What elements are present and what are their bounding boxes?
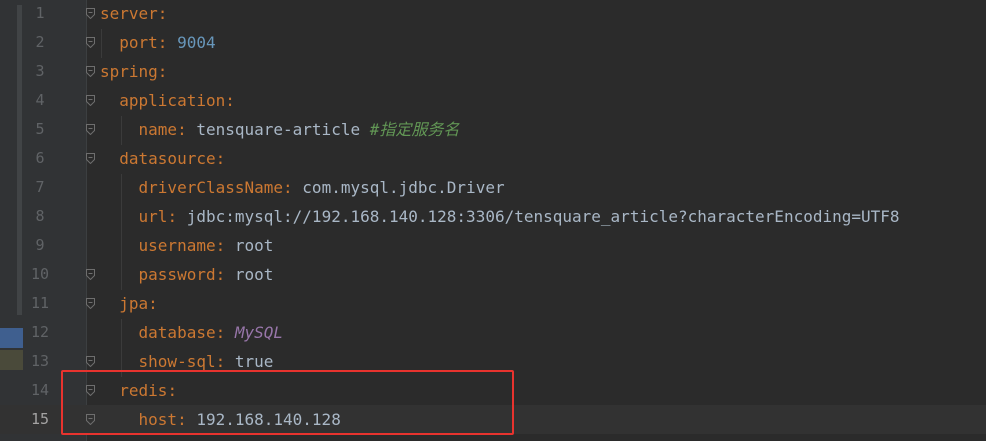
code-text[interactable]: name: tensquare-article #指定服务名 (100, 115, 460, 144)
yaml-key: username (138, 236, 216, 255)
fold-marker-icon[interactable] (86, 8, 95, 19)
code-line[interactable]: 2 port: 9004 (0, 28, 986, 57)
fold-marker-icon[interactable] (86, 37, 95, 48)
yaml-comment: #指定服务名 (369, 120, 460, 139)
code-line[interactable]: 11 jpa: (0, 289, 986, 318)
code-text[interactable]: password: root (100, 260, 274, 289)
line-number[interactable]: 15 (24, 405, 56, 434)
code-text[interactable]: username: root (100, 231, 274, 260)
line-number[interactable]: 4 (24, 86, 56, 115)
code-line[interactable]: 10 password: root (0, 260, 986, 289)
line-number[interactable]: 11 (24, 289, 56, 318)
red-highlight-box (61, 370, 514, 435)
fold-marker-icon[interactable] (86, 153, 95, 164)
yaml-value: com.mysql.jdbc.Driver (302, 178, 505, 197)
yaml-key: password (138, 265, 216, 284)
yaml-value: root (234, 265, 274, 284)
code-line[interactable]: 12 database: MySQL (0, 318, 986, 347)
yaml-value: root (234, 236, 274, 255)
code-text[interactable]: port: 9004 (100, 28, 216, 57)
line-number[interactable]: 1 (24, 0, 56, 28)
fold-marker-icon[interactable] (86, 356, 95, 367)
yaml-key: driverClassName (138, 178, 284, 197)
code-line[interactable]: 5 name: tensquare-article #指定服务名 (0, 115, 986, 144)
yaml-punctuation: : (148, 294, 158, 313)
code-line[interactable]: 4 application: (0, 86, 986, 115)
line-number[interactable]: 14 (24, 376, 56, 405)
code-line[interactable]: 9 username: root (0, 231, 986, 260)
yaml-number: 9004 (177, 33, 216, 52)
yaml-punctuation: : (177, 120, 197, 139)
line-number[interactable]: 10 (24, 260, 56, 289)
yaml-key: show-sql (138, 352, 216, 371)
line-number[interactable]: 13 (24, 347, 56, 376)
yaml-punctuation: : (157, 33, 178, 52)
line-number[interactable]: 3 (24, 57, 56, 86)
yaml-key: port (119, 33, 158, 52)
code-line[interactable]: 3 spring: (0, 57, 986, 86)
yaml-punctuation: : (157, 62, 168, 81)
yaml-punctuation: : (225, 91, 235, 110)
yaml-key: application (119, 91, 226, 110)
yaml-key: jpa (119, 294, 149, 313)
code-line[interactable]: 7 driverClassName: com.mysql.jdbc.Driver (0, 173, 986, 202)
yaml-punctuation: : (167, 207, 187, 226)
line-number[interactable]: 9 (24, 231, 56, 260)
fold-marker-icon[interactable] (86, 124, 95, 135)
yaml-constant: MySQL (234, 323, 284, 342)
yaml-punctuation: : (215, 265, 235, 284)
yaml-key: database (138, 323, 216, 342)
code-text[interactable]: spring: (100, 57, 167, 86)
code-text[interactable]: server: (100, 0, 167, 28)
code-text[interactable]: jpa: (100, 289, 158, 318)
code-line[interactable]: 1 server: (0, 0, 986, 28)
code-text[interactable]: database: MySQL (100, 318, 284, 347)
line-number[interactable]: 6 (24, 144, 56, 173)
yaml-value: tensquare-article (196, 120, 370, 139)
fold-marker-icon[interactable] (86, 269, 95, 280)
yaml-punctuation: : (215, 236, 235, 255)
fold-marker-icon[interactable] (86, 298, 95, 309)
code-editor[interactable]: 1 server: 2 port: 9004 3 spring: 4 applicatio… (0, 0, 986, 441)
code-text[interactable]: application: (100, 86, 235, 115)
yaml-value: jdbc:mysql://192.168.140.128:3306/tensqu… (186, 207, 900, 226)
code-line[interactable]: 6 datasource: (0, 144, 986, 173)
yaml-punctuation: : (215, 323, 235, 342)
code-line[interactable]: 8 url: jdbc:mysql://192.168.140.128:3306… (0, 202, 986, 231)
yaml-key: name (138, 120, 178, 139)
line-number[interactable]: 5 (24, 115, 56, 144)
line-number[interactable]: 12 (24, 318, 56, 347)
line-number[interactable]: 8 (24, 202, 56, 231)
code-text[interactable]: url: jdbc:mysql://192.168.140.128:3306/t… (100, 202, 900, 231)
fold-marker-icon[interactable] (86, 95, 95, 106)
line-number[interactable]: 7 (24, 173, 56, 202)
line-number[interactable]: 2 (24, 28, 56, 57)
yaml-punctuation: : (215, 149, 226, 168)
yaml-punctuation: : (157, 4, 168, 23)
yaml-value: true (234, 352, 274, 371)
code-text[interactable]: driverClassName: com.mysql.jdbc.Driver (100, 173, 505, 202)
yaml-punctuation: : (215, 352, 235, 371)
fold-marker-icon[interactable] (86, 66, 95, 77)
yaml-key: server (100, 4, 158, 23)
code-text[interactable]: datasource: (100, 144, 225, 173)
yaml-key: spring (100, 62, 158, 81)
yaml-key: url (138, 207, 168, 226)
yaml-key: datasource (119, 149, 216, 168)
yaml-punctuation: : (283, 178, 303, 197)
